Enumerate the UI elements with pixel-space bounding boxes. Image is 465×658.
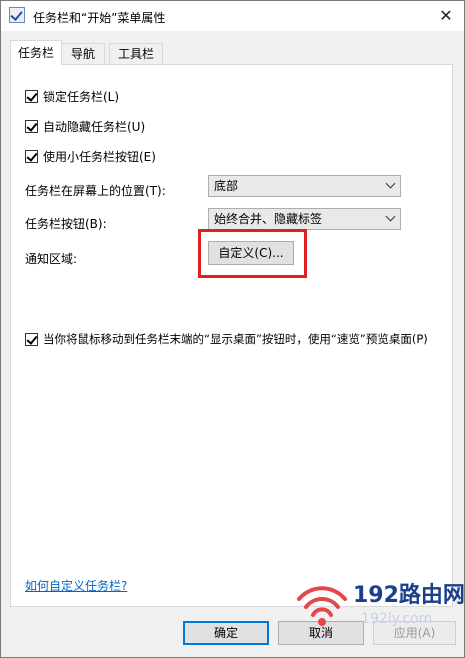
tab-taskbar[interactable]: 任务栏 [10,40,62,65]
taskbar-tab-panel: 锁定任务栏(L) 自动隐藏任务栏(U) 使用小任务栏按钮(E) 任务栏在屏幕上的… [10,64,453,607]
window-title: 任务栏和“开始”菜单属性 [33,11,166,25]
taskbar-properties-icon [9,7,25,23]
lock-taskbar-label: 锁定任务栏(L) [43,89,120,104]
notification-area-label: 通知区域: [25,252,78,266]
apply-button[interactable]: 应用(A) [373,621,456,645]
tab-navigation[interactable]: 导航 [61,43,105,64]
taskbar-buttons-dropdown[interactable]: 始终合并、隐藏标签 [208,208,401,230]
auto-hide-checkbox[interactable] [25,119,38,133]
chevron-down-icon [385,178,396,189]
help-link[interactable]: 如何自定义任务栏? [25,577,127,594]
auto-hide-label: 自动隐藏任务栏(U) [43,119,146,134]
close-button[interactable]: ✕ [435,5,457,27]
lock-taskbar-checkbox[interactable] [25,89,38,103]
properties-dialog: 任务栏和“开始”菜单属性 ✕ 任务栏 导航 工具栏 锁定任务栏(L) 自动隐藏任… [0,0,465,658]
position-value: 底部 [214,179,239,193]
position-label: 任务栏在屏幕上的位置(T): [25,184,166,198]
title-bar: 任务栏和“开始”菜单属性 ✕ [1,1,464,31]
small-buttons-checkbox[interactable] [25,149,38,163]
chevron-down-icon [385,211,396,222]
auto-hide-option[interactable]: 自动隐藏任务栏(U) [25,118,145,134]
tab-toolbars[interactable]: 工具栏 [109,43,163,64]
small-buttons-option[interactable]: 使用小任务栏按钮(E) [25,148,156,164]
lock-taskbar-option[interactable]: 锁定任务栏(L) [25,88,119,104]
peek-checkbox[interactable] [25,332,38,346]
peek-label: 当你将鼠标移动到任务栏末端的“显示桌面”按钮时，使用“速览”预览桌面(P) [43,332,428,346]
position-dropdown[interactable]: 底部 [208,175,401,197]
cancel-button[interactable]: 取消 [278,621,364,645]
peek-option[interactable]: 当你将鼠标移动到任务栏末端的“显示桌面”按钮时，使用“速览”预览桌面(P) [25,331,428,347]
small-buttons-label: 使用小任务栏按钮(E) [43,149,156,164]
taskbar-buttons-label: 任务栏按钮(B): [25,217,107,231]
ok-button[interactable]: 确定 [183,621,269,645]
customize-button[interactable]: 自定义(C)... [208,241,294,265]
taskbar-buttons-value: 始终合并、隐藏标签 [214,212,323,226]
